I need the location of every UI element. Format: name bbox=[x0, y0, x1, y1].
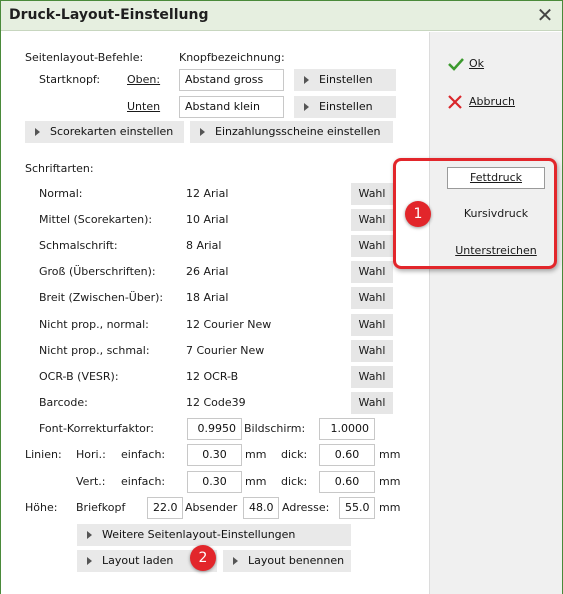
font-correction-label: Font-Korrekturfaktor: bbox=[39, 422, 154, 435]
play-arrow-icon bbox=[35, 128, 40, 136]
name-layout-label: Layout benennen bbox=[248, 554, 345, 567]
load-layout-label: Layout laden bbox=[102, 554, 174, 567]
font-row-value: 12 Code39 bbox=[186, 396, 246, 409]
play-arrow-icon bbox=[200, 128, 205, 136]
font-row-value: 12 Arial bbox=[186, 187, 229, 200]
bottom-button-label-input[interactable]: Abstand klein bbox=[179, 96, 284, 118]
unit-mm: mm bbox=[245, 448, 267, 461]
fonts-header: Schriftarten: bbox=[25, 162, 94, 175]
font-correction-input[interactable]: 0.9950 bbox=[187, 418, 242, 440]
font-row-value: 26 Arial bbox=[186, 265, 229, 278]
annotation-badge-1: 1 bbox=[405, 201, 431, 227]
unit-mm: mm bbox=[379, 448, 401, 461]
font-row-name: OCR-B (VESR): bbox=[39, 370, 119, 383]
more-layout-settings-button[interactable]: Weitere Seitenlayout-Einstellungen bbox=[77, 524, 351, 546]
screen-label: Bildschirm: bbox=[244, 422, 306, 435]
font-row-name: Normal: bbox=[39, 187, 83, 200]
hori-thick-input[interactable]: 0.60 bbox=[319, 444, 375, 466]
vertical-label: Vert.: bbox=[76, 475, 106, 488]
choose-font-button[interactable]: Wahl bbox=[351, 287, 393, 309]
einstellen-label: Einstellen bbox=[319, 100, 373, 113]
play-arrow-icon bbox=[304, 103, 309, 111]
choose-font-button[interactable]: Wahl bbox=[351, 314, 393, 336]
play-arrow-icon bbox=[304, 76, 309, 84]
top-button-label-input[interactable]: Abstand gross bbox=[179, 69, 284, 91]
dialog-window: Druck-Layout-Einstellung ✕ Seitenlayout-… bbox=[0, 0, 563, 594]
vert-thick-input[interactable]: 0.60 bbox=[319, 471, 375, 493]
unit-mm: mm bbox=[379, 501, 401, 514]
sender-label: Absender bbox=[185, 501, 238, 514]
font-row-name: Barcode: bbox=[39, 396, 88, 409]
choose-font-button[interactable]: Wahl bbox=[351, 261, 393, 283]
top-label: Oben: bbox=[127, 73, 161, 86]
simple-label: einfach: bbox=[121, 448, 166, 461]
einstellen-label: Einstellen bbox=[319, 73, 373, 86]
simple-label: einfach: bbox=[121, 475, 166, 488]
start-button-label: Startknopf: bbox=[39, 73, 101, 86]
font-row-value: 12 OCR-B bbox=[186, 370, 239, 383]
annotation-badge-2: 2 bbox=[190, 545, 216, 571]
choose-font-button[interactable]: Wahl bbox=[351, 366, 393, 388]
cancel-label: Abbruch bbox=[469, 95, 516, 108]
choose-font-button[interactable]: Wahl bbox=[351, 235, 393, 257]
lines-label: Linien: bbox=[25, 448, 62, 461]
choose-font-button[interactable]: Wahl bbox=[351, 183, 393, 205]
font-row-value: 12 Courier New bbox=[186, 318, 272, 331]
top-einstellen-button[interactable]: Einstellen bbox=[294, 69, 396, 91]
screen-correction-input[interactable]: 1.0000 bbox=[319, 418, 375, 440]
play-arrow-icon bbox=[87, 557, 92, 565]
font-row-name: Mittel (Scorekarten): bbox=[39, 213, 153, 226]
scorecards-settings-button[interactable]: Scorekarten einstellen bbox=[25, 121, 184, 143]
font-row-value: 8 Arial bbox=[186, 239, 222, 252]
window-title: Druck-Layout-Einstellung bbox=[9, 7, 209, 23]
thick-label: dick: bbox=[281, 475, 308, 488]
horizontal-label: Hori.: bbox=[76, 448, 106, 461]
more-layout-settings-label: Weitere Seitenlayout-Einstellungen bbox=[102, 528, 296, 541]
payment-slips-settings-label: Einzahlungsscheine einstellen bbox=[215, 125, 381, 138]
font-row-name: Groß (Überschriften): bbox=[39, 265, 156, 278]
font-row-value: 7 Courier New bbox=[186, 344, 265, 357]
action-panel: Ok Abbruch Fettdruck Kursivdruck Unterst… bbox=[429, 32, 562, 594]
checkmark-icon bbox=[448, 58, 464, 71]
sender-input[interactable]: 48.0 bbox=[243, 497, 279, 519]
unit-mm: mm bbox=[379, 475, 401, 488]
name-layout-button[interactable]: Layout benennen bbox=[223, 550, 351, 572]
bottom-label: Unten bbox=[127, 100, 161, 113]
cross-icon bbox=[448, 95, 462, 109]
font-row-name: Nicht prop., schmal: bbox=[39, 344, 150, 357]
letterhead-label: Briefkopf bbox=[76, 501, 126, 514]
play-arrow-icon bbox=[233, 557, 238, 565]
title-bar: Druck-Layout-Einstellung ✕ bbox=[1, 1, 562, 31]
font-row-value: 18 Arial bbox=[186, 291, 229, 304]
hori-simple-input[interactable]: 0.30 bbox=[187, 444, 242, 466]
font-row-name: Breit (Zwischen-Über): bbox=[39, 291, 164, 304]
ok-label: Ok bbox=[469, 57, 485, 70]
vert-simple-input[interactable]: 0.30 bbox=[187, 471, 242, 493]
choose-font-button[interactable]: Wahl bbox=[351, 392, 393, 414]
height-label: Höhe: bbox=[25, 501, 58, 514]
font-row-value: 10 Arial bbox=[186, 213, 229, 226]
bottom-einstellen-button[interactable]: Einstellen bbox=[294, 96, 396, 118]
layout-commands-header: Seitenlayout-Befehle: bbox=[25, 51, 144, 64]
scorecards-settings-label: Scorekarten einstellen bbox=[50, 125, 174, 138]
payment-slips-settings-button[interactable]: Einzahlungsscheine einstellen bbox=[190, 121, 393, 143]
main-panel: Seitenlayout-Befehle: Knopfbezeichnung: … bbox=[1, 32, 429, 594]
unit-mm: mm bbox=[245, 475, 267, 488]
play-arrow-icon bbox=[87, 531, 92, 539]
letterhead-input[interactable]: 22.0 bbox=[147, 497, 183, 519]
thick-label: dick: bbox=[281, 448, 308, 461]
address-label: Adresse: bbox=[282, 501, 330, 514]
font-row-name: Nicht prop., normal: bbox=[39, 318, 149, 331]
choose-font-button[interactable]: Wahl bbox=[351, 340, 393, 362]
address-input[interactable]: 55.0 bbox=[339, 497, 375, 519]
close-icon[interactable]: ✕ bbox=[535, 5, 555, 25]
font-row-name: Schmalschrift: bbox=[39, 239, 118, 252]
choose-font-button[interactable]: Wahl bbox=[351, 209, 393, 231]
button-label-header: Knopfbezeichnung: bbox=[179, 51, 285, 64]
